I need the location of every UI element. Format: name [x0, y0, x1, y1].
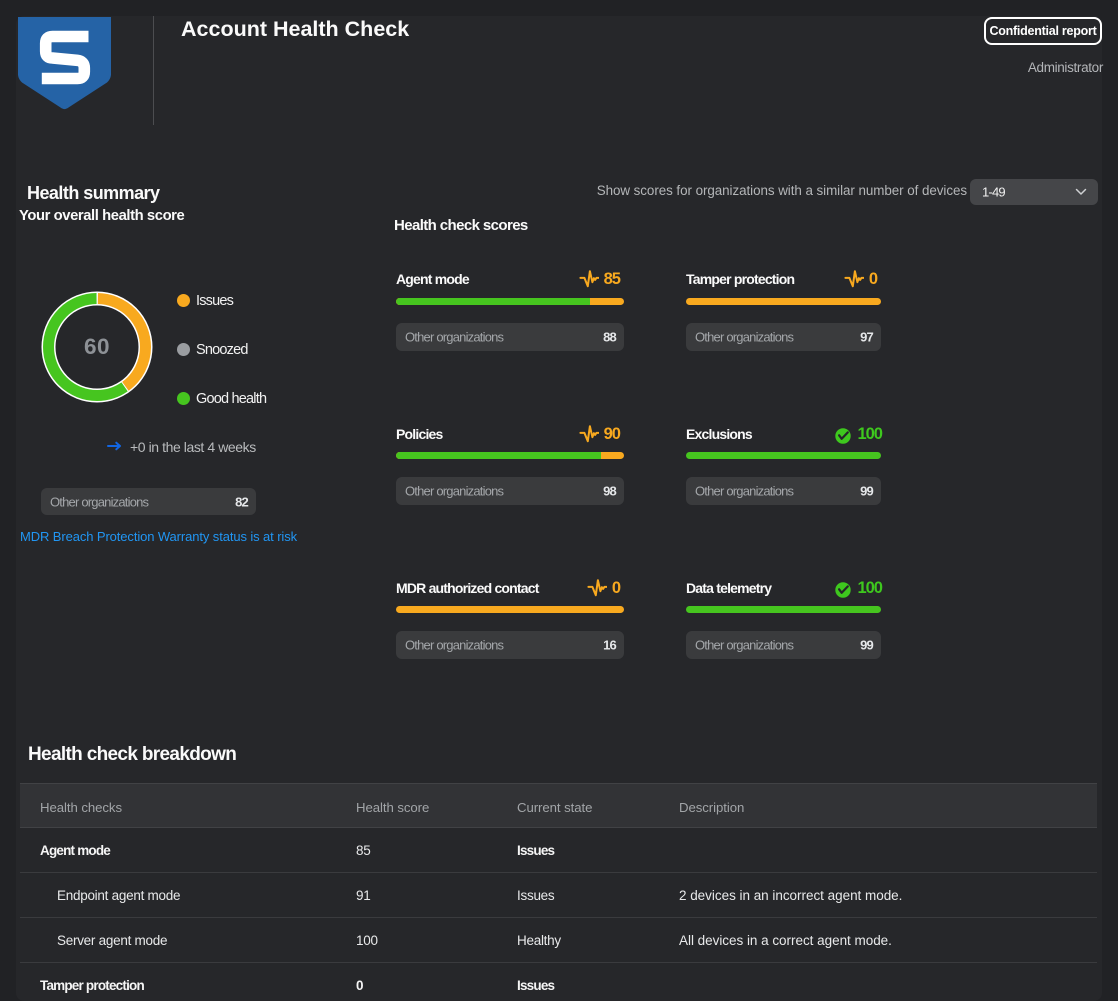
- svg-text:60: 60: [84, 334, 110, 359]
